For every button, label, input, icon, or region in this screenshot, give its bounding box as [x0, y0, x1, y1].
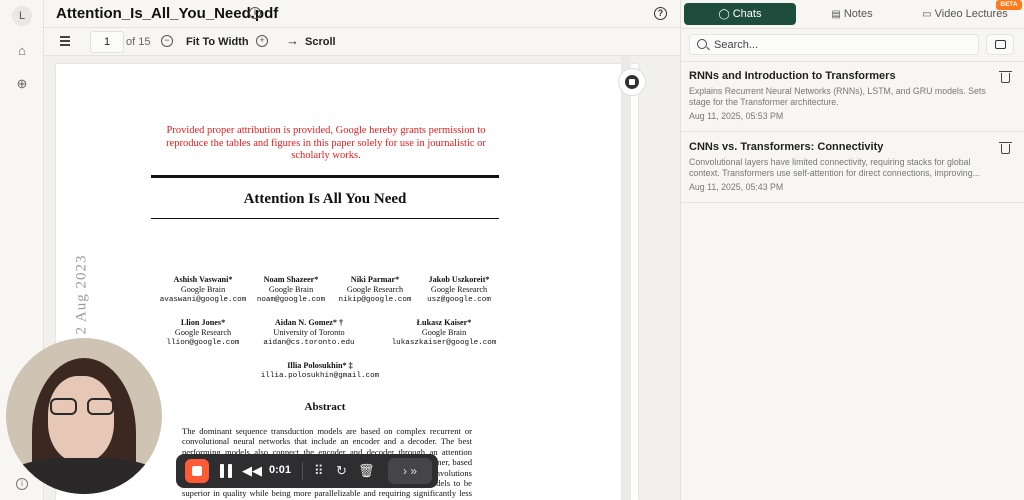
chat-date: Aug 11, 2025, 05:43 PM	[689, 182, 784, 192]
zoom-in-icon[interactable]: +	[256, 35, 268, 47]
zoom-out-icon[interactable]: −	[161, 35, 173, 47]
title-rule-top	[151, 175, 499, 178]
rewind-icon[interactable]: ◀◀	[242, 463, 262, 479]
search-box	[689, 34, 979, 55]
beta-badge: BETA	[996, 0, 1022, 10]
viewer-scrollbar[interactable]	[621, 56, 631, 500]
more-options-button[interactable]: › »	[388, 458, 432, 484]
author: Llion Jones* Google Research llion@google.…	[166, 318, 240, 347]
author: Illia Polosukhin* ‡ illia.polosukhin@gmai…	[260, 361, 380, 380]
chat-date: Aug 11, 2025, 05:53 PM	[689, 111, 784, 121]
recording-controls: ◀◀ 0:01 ⠿ ↻ 🗑 › »	[176, 454, 438, 488]
tab-chats[interactable]: ◯ Chats	[684, 3, 796, 25]
chat-item[interactable]: RNNs and Introduction to Transformers Ex…	[681, 62, 1024, 132]
page-number-input[interactable]: 1	[90, 31, 124, 53]
restart-icon[interactable]: ↻	[336, 463, 347, 479]
attribution-note: Provided proper attribution is provided,…	[166, 125, 486, 161]
tab-notes[interactable]: ▤ Notes	[799, 3, 905, 25]
chat-item[interactable]: CNNs vs. Transformers: Connectivity Conv…	[681, 133, 1024, 203]
notes-icon: ▤	[831, 9, 841, 20]
home-icon[interactable]: ⌂	[14, 43, 30, 59]
title-rule-bottom	[151, 218, 499, 219]
webcam-preview[interactable]	[6, 338, 162, 494]
chat-title: CNNs vs. Transformers: Connectivity	[689, 141, 884, 153]
author: Aidan N. Gomez* † University of Toronto ai…	[263, 318, 355, 347]
author: Łukasz Kaiser* Google Brain lukaszkaiser@g…	[391, 318, 497, 347]
abstract-heading: Abstract	[304, 401, 346, 413]
new-chat-icon	[995, 40, 1006, 49]
header-bar: Attention_Is_All_You_Need.pdf i ?	[44, 0, 680, 28]
new-chat-button[interactable]	[986, 34, 1014, 55]
chat-description: Explains Recurrent Neural Networks (RNNs…	[689, 86, 986, 107]
info-icon[interactable]: i	[16, 478, 28, 490]
grid-icon[interactable]: ⠿	[314, 463, 324, 479]
outline-list-icon[interactable]	[60, 36, 70, 46]
author: Jakob Uszkoreit* Google Research usz@googl…	[427, 275, 491, 304]
pause-icon[interactable]	[220, 464, 232, 478]
chat-description: Convolutional layers have limited connec…	[689, 157, 980, 178]
avatar[interactable]: L	[12, 6, 32, 26]
help-icon[interactable]: ?	[654, 7, 667, 20]
chat-title: RNNs and Introduction to Transformers	[689, 70, 896, 82]
paper-title: Attention Is All You Need	[243, 191, 407, 207]
delete-chat-icon[interactable]	[999, 71, 1012, 83]
scroll-mode-button[interactable]: Scroll	[305, 36, 336, 48]
right-panel: ◯Chats ▤Notes ▭Video Lectures BETA RNNs …	[681, 0, 1024, 500]
arrow-right-icon[interactable]: →	[286, 33, 299, 48]
arxiv-stamp: 2 Aug 2023	[73, 254, 90, 335]
file-title: Attention_Is_All_You_Need.pdf	[56, 5, 279, 22]
add-circle-icon[interactable]: ⊕	[14, 76, 30, 92]
chat-bubble-icon: ◯	[718, 9, 730, 20]
info-icon[interactable]: i	[249, 7, 261, 19]
fit-to-width-button[interactable]: Fit To Width	[186, 36, 249, 48]
stop-recording-button[interactable]	[185, 459, 209, 483]
app-root: L ⌂ ⊕ Attention_Is_All_You_Need.pdf i ? …	[0, 0, 1024, 500]
page-count: of 15	[126, 36, 151, 48]
search-icon	[697, 39, 707, 49]
record-badge-icon[interactable]	[618, 68, 646, 96]
search-input[interactable]	[714, 36, 974, 54]
trash-icon[interactable]: 🗑	[358, 463, 375, 479]
delete-chat-icon[interactable]	[999, 142, 1012, 154]
recording-timer: 0:01	[269, 464, 292, 476]
pdf-toolbar: 1 of 15 − Fit To Width + → Scroll	[44, 28, 680, 56]
video-camera-icon: ▭	[922, 9, 932, 20]
